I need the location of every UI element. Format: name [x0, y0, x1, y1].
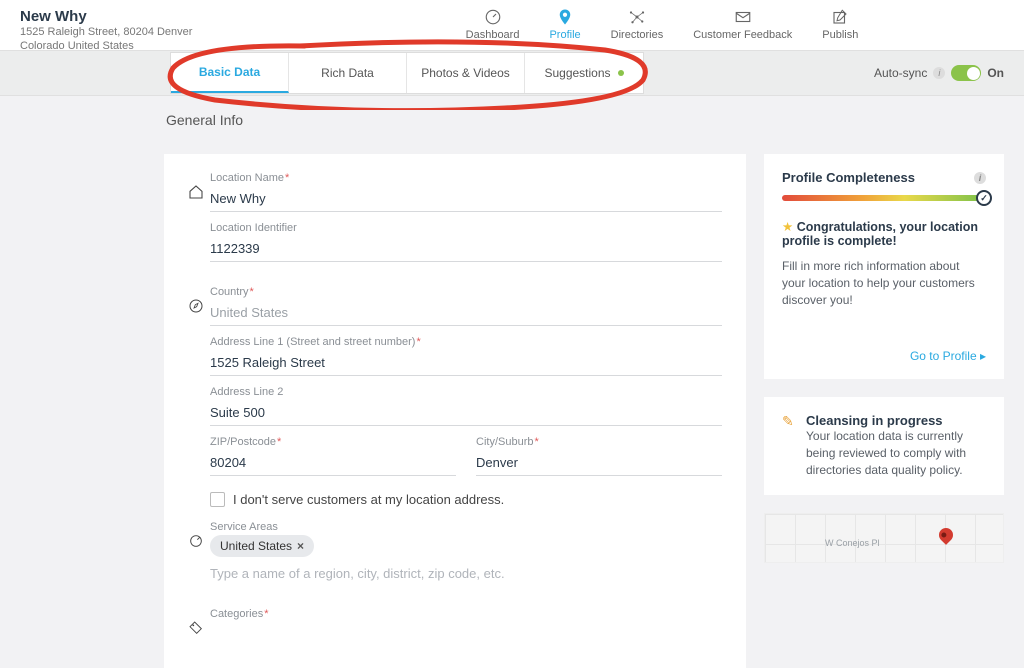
location-id-label: Location Identifier: [210, 222, 722, 234]
location-name-input[interactable]: [210, 186, 722, 212]
checkbox-icon: [210, 492, 225, 507]
section-heading: General Info: [166, 112, 1024, 128]
check-icon: [976, 190, 992, 206]
nav-directories[interactable]: Directories: [611, 8, 664, 41]
map-street-label: W Conejos Pl: [825, 538, 880, 548]
hide-address-checkbox[interactable]: I don't serve customers at my location a…: [210, 492, 722, 507]
country-label: Country: [210, 286, 722, 298]
compose-icon: [831, 8, 849, 26]
autosync-toggle[interactable]: Auto-sync i On: [874, 65, 1004, 81]
envelope-icon: [734, 8, 752, 26]
completeness-congrats: ★ Congratulations, your location profile…: [782, 219, 986, 248]
target-icon: [188, 533, 210, 549]
info-icon: i: [933, 67, 945, 79]
general-info-card: Location Name Location Identifier Countr…: [164, 154, 746, 668]
city-input[interactable]: [476, 450, 722, 476]
star-icon: ★: [782, 220, 793, 234]
categories-label: Categories: [210, 608, 722, 620]
addr1-label: Address Line 1 (Street and street number…: [210, 336, 722, 348]
tab-photos-videos[interactable]: Photos & Videos: [407, 53, 525, 93]
completeness-desc: Fill in more rich information about your…: [782, 258, 986, 308]
cleansing-desc: Your location data is currently being re…: [806, 428, 986, 478]
top-header: New Why 1525 Raleigh Street, 80204 Denve…: [0, 0, 1024, 50]
zip-input[interactable]: [210, 450, 456, 476]
compass-icon: [188, 298, 210, 314]
addr2-label: Address Line 2: [210, 386, 722, 398]
location-title: New Why: [20, 8, 320, 25]
tab-suggestions[interactable]: Suggestions: [525, 53, 643, 93]
tag-icon: [188, 620, 210, 636]
completeness-meter: [782, 195, 986, 201]
location-name-label: Location Name: [210, 172, 722, 184]
service-areas-label: Service Areas: [210, 521, 722, 533]
nav-dashboard[interactable]: Dashboard: [466, 8, 520, 41]
service-area-chip[interactable]: United States ×: [210, 535, 314, 557]
zip-label: ZIP/Postcode: [210, 436, 456, 448]
addr2-input[interactable]: [210, 400, 722, 426]
location-id-input[interactable]: [210, 236, 722, 262]
network-icon: [628, 8, 646, 26]
nav-feedback[interactable]: Customer Feedback: [693, 8, 792, 41]
tab-rich-data[interactable]: Rich Data: [289, 53, 407, 93]
chip-remove-icon[interactable]: ×: [297, 539, 304, 553]
suggestions-dot-icon: [618, 70, 624, 76]
gauge-icon: [484, 8, 502, 26]
go-to-profile-link[interactable]: Go to Profile ▸: [910, 349, 986, 363]
map-grid: [765, 514, 1003, 562]
tab-strip: Basic Data Rich Data Photos & Videos Sug…: [0, 50, 1024, 96]
map-preview-card[interactable]: W Conejos Pl: [764, 513, 1004, 563]
addr1-input[interactable]: [210, 350, 722, 376]
city-label: City/Suburb: [476, 436, 722, 448]
country-input[interactable]: [210, 300, 722, 326]
nav-profile[interactable]: Profile: [549, 8, 580, 41]
profile-completeness-card: Profile Completeness i ★ Congratulations…: [764, 154, 1004, 379]
completeness-title: Profile Completeness: [782, 170, 915, 185]
home-icon: [188, 184, 210, 200]
cleansing-title: Cleansing in progress: [806, 413, 986, 428]
service-area-input[interactable]: Type a name of a region, city, district,…: [210, 563, 722, 584]
pin-icon: [556, 8, 574, 26]
switch-icon[interactable]: [951, 65, 981, 81]
info-icon[interactable]: i: [974, 172, 986, 184]
nav-publish[interactable]: Publish: [822, 8, 858, 41]
brush-icon: ✎: [782, 413, 798, 430]
cleansing-card: ✎ Cleansing in progress Your location da…: [764, 397, 1004, 494]
tab-basic-data[interactable]: Basic Data: [171, 53, 289, 93]
